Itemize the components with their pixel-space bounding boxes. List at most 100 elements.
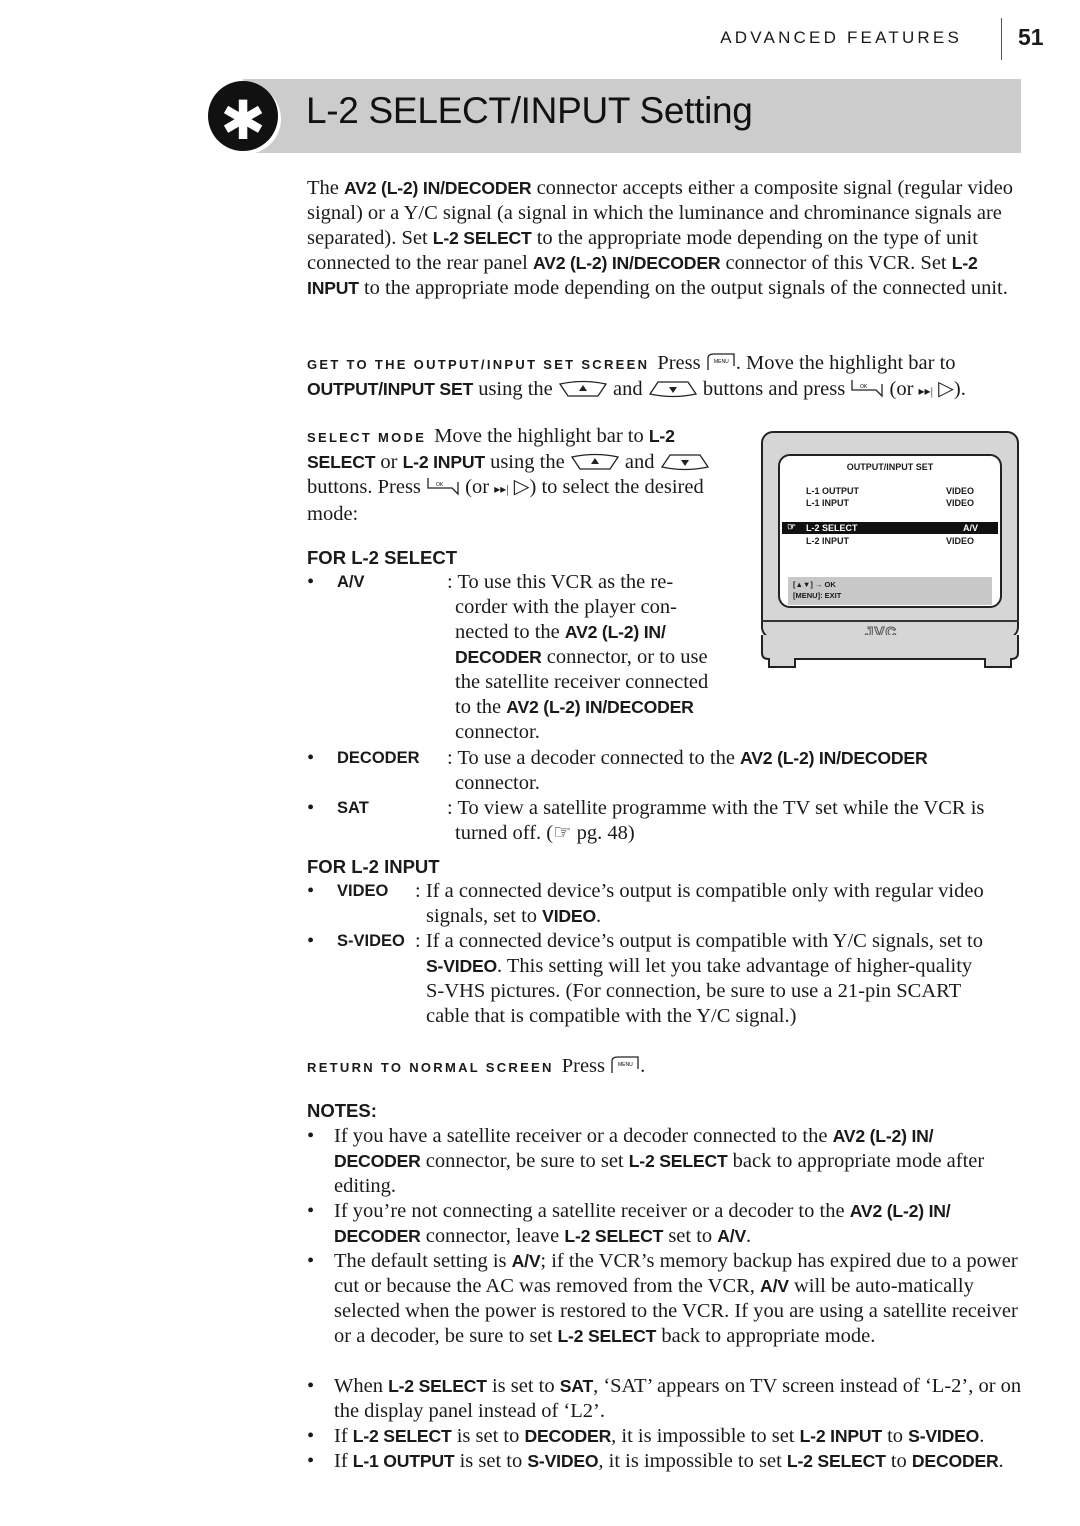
ok-button-icon: OK	[851, 380, 884, 398]
osd-label: L-2 INPUT	[806, 536, 850, 546]
osd-label: L-1 INPUT	[806, 498, 850, 508]
bullet: •	[307, 930, 315, 952]
text: connector, leave	[420, 1225, 565, 1247]
keyword: AV2 (L-2) IN/	[832, 1126, 934, 1146]
text: The default setting is	[334, 1250, 512, 1272]
step-lead: SELECT MODE	[307, 430, 427, 445]
menu-button-icon: MENU	[611, 1056, 639, 1073]
keyword: L-2 SELECT	[352, 1426, 452, 1446]
line: connector.	[455, 721, 540, 743]
menu-button-icon: MENU	[707, 353, 735, 370]
tv-divider	[761, 620, 1019, 622]
bullet: •	[307, 1450, 315, 1472]
osd-label: L-2 SELECT	[806, 523, 858, 533]
keyword: DECODER	[334, 1226, 421, 1246]
text: , it is impossible to set	[598, 1450, 787, 1472]
line: connector.	[455, 772, 540, 794]
svg-text:OK: OK	[860, 384, 868, 390]
text: Press	[561, 1055, 611, 1077]
keyword: AV2 (L-2) IN/DECODER	[532, 253, 721, 273]
keyword: AV2 (L-2) IN/DECODER	[344, 178, 532, 198]
bullet: •	[307, 797, 315, 819]
text: . This setting will let you take advanta…	[497, 955, 973, 977]
osd-help-line: [MENU]: EXIT	[793, 591, 842, 600]
text: .	[998, 1450, 1004, 1472]
text: .	[640, 1055, 646, 1077]
svg-text:OK: OK	[436, 482, 444, 488]
for-l2-input-heading: FOR L-2 INPUT	[307, 856, 440, 877]
ok-button-icon: OK	[427, 478, 459, 496]
svg-text:MENU: MENU	[618, 1062, 633, 1068]
osd-row: L-1 INPUT VIDEO	[788, 497, 988, 509]
keyword: A/V	[717, 1226, 747, 1246]
text: The	[307, 177, 344, 199]
option-description: : If a connected device’s output is comp…	[415, 929, 1035, 1029]
keyword: S-VIDEO	[426, 956, 498, 976]
text: to the appropriate mode depending on the…	[358, 277, 1008, 299]
text: . Move the highlight bar to	[735, 352, 956, 374]
line: : If a connected device’s output is comp…	[415, 880, 984, 902]
running-header: ADVANCED FEATURES	[720, 28, 962, 47]
text: If you have a satellite receiver or a de…	[334, 1125, 833, 1147]
tv-illustration: OUTPUT/INPUT SET L-1 OUTPUT VIDEO L-1 IN…	[761, 431, 1019, 668]
bullet: •	[307, 571, 315, 593]
bullet: •	[307, 1200, 315, 1222]
keyword: L-2 SELECT	[786, 1451, 886, 1471]
step-lead: GET TO THE OUTPUT/INPUT SET SCREEN	[307, 357, 650, 372]
text: If	[334, 1450, 353, 1472]
text: .	[746, 1225, 752, 1247]
tv-screen: OUTPUT/INPUT SET L-1 OUTPUT VIDEO L-1 IN…	[778, 454, 1002, 608]
tv-stand	[761, 635, 1019, 668]
line: : To use this VCR as the re-	[447, 571, 674, 593]
keyword: AV2 (L-2) IN/	[564, 622, 666, 642]
text: connector, or to use	[541, 646, 708, 668]
text: is set to	[454, 1450, 528, 1472]
text: (or	[884, 378, 919, 400]
keyword: L-2 SELECT	[557, 1326, 657, 1346]
osd-value: A/V	[962, 523, 978, 533]
step-select-mode: SELECT MODE Move the highlight bar to L-2…	[307, 424, 727, 527]
keyword: A/V	[760, 1276, 789, 1296]
page-title: L-2 SELECT/INPUT Setting	[306, 90, 753, 131]
keyword: AV2 (L-2) IN/DECODER	[740, 748, 928, 768]
note-item: • When L-2 SELECT is set to SAT, ‘SAT’ a…	[307, 1374, 1022, 1424]
text: or	[375, 451, 403, 473]
option-description: : To use a decoder connected to the AV2 …	[447, 746, 1027, 796]
osd-row: L-2 INPUT VIDEO	[788, 535, 988, 547]
keyword: L-1 OUTPUT	[352, 1451, 455, 1471]
note-item: • If you’re not connecting a satellite r…	[307, 1199, 1022, 1249]
line: S-VHS pictures. (For connection, be sure…	[426, 980, 962, 1002]
keyword: DECODER	[455, 647, 542, 667]
keyword: S-VIDEO	[908, 1426, 980, 1446]
option-term: A/V	[337, 573, 365, 591]
text: is set to	[486, 1375, 560, 1397]
for-l2-select-heading: FOR L-2 SELECT	[307, 547, 458, 568]
text: to	[885, 1450, 912, 1472]
osd-row: L-1 OUTPUT VIDEO	[788, 485, 988, 497]
keyword: DECODER	[911, 1451, 999, 1471]
option-term: VIDEO	[337, 882, 389, 900]
note-item: • If you have a satellite receiver or a …	[307, 1124, 1022, 1199]
option-description: : If a connected device’s output is comp…	[415, 879, 1035, 929]
text: back to appropriate mode.	[656, 1325, 876, 1347]
osd-help-line: [▲▼] → OK	[793, 580, 836, 589]
line: turned off. (☞ pg. 48)	[455, 822, 635, 844]
text: ▷).	[932, 378, 966, 400]
keyword: DECODER	[334, 1151, 421, 1171]
text: If you’re not connecting a satellite rec…	[334, 1200, 850, 1222]
option-term: DECODER	[337, 749, 420, 767]
skip-forward-icon: ▸▸|	[918, 384, 933, 398]
osd-value: VIDEO	[945, 498, 974, 508]
keyword: L-2 SELECT	[628, 1151, 728, 1171]
note-item: • The default setting is A/V; if the VCR…	[307, 1249, 1022, 1349]
osd-value: VIDEO	[945, 486, 974, 496]
keyword: AV2 (L-2) IN/DECODER	[506, 697, 694, 717]
keyword: L-2 SELECT	[432, 228, 532, 248]
text: When	[334, 1375, 389, 1397]
header-divider	[1001, 18, 1002, 60]
svg-text:MENU: MENU	[714, 359, 729, 365]
text: signals, set to	[426, 905, 543, 927]
notes-heading: NOTES:	[307, 1100, 377, 1121]
line: corder with the player con-	[455, 596, 677, 618]
pointing-hand-icon: ☞	[787, 522, 796, 533]
